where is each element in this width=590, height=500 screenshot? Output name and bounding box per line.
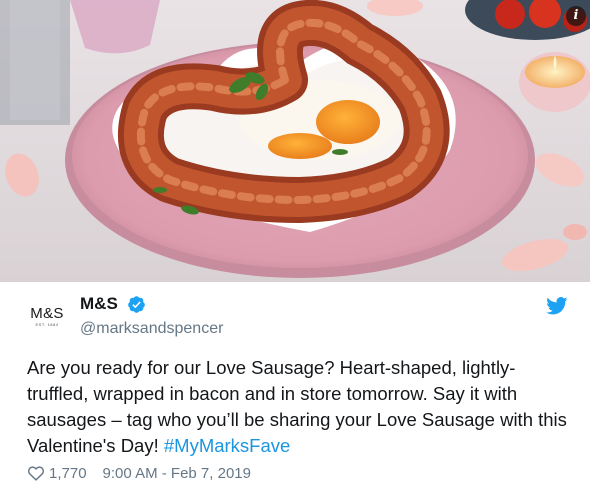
hashtag-link[interactable]: #MyMarksFave — [164, 435, 290, 456]
avatar-logo-text: M&S — [30, 305, 64, 322]
tweet-photo[interactable]: i — [0, 0, 590, 282]
tweet-card[interactable]: i M&S EST. 1884 M&S @marksandspencer Are… — [0, 0, 590, 500]
avatar-logo-subtext: EST. 1884 — [35, 322, 59, 327]
like-count[interactable]: 1,770 — [49, 465, 87, 482]
love-sausage-photo — [0, 0, 590, 282]
verified-badge-icon — [128, 296, 145, 313]
heart-icon[interactable] — [27, 465, 45, 481]
tweet-meta: 1,770 9:00 AM - Feb 7, 2019 — [27, 462, 251, 484]
tweet-text-body: Are you ready for our Love Sausage? Hear… — [27, 357, 567, 456]
tweet-timestamp[interactable]: 9:00 AM - Feb 7, 2019 — [103, 465, 251, 482]
twitter-bird-icon[interactable] — [546, 297, 568, 315]
user-handle[interactable]: @marksandspencer — [80, 320, 223, 338]
tweet-author: M&S EST. 1884 M&S @marksandspencer — [0, 282, 590, 352]
tweet-text: Are you ready for our Love Sausage? Hear… — [27, 355, 567, 459]
display-name[interactable]: M&S — [80, 294, 118, 314]
avatar[interactable]: M&S EST. 1884 — [24, 306, 70, 328]
info-icon[interactable]: i — [566, 6, 586, 26]
